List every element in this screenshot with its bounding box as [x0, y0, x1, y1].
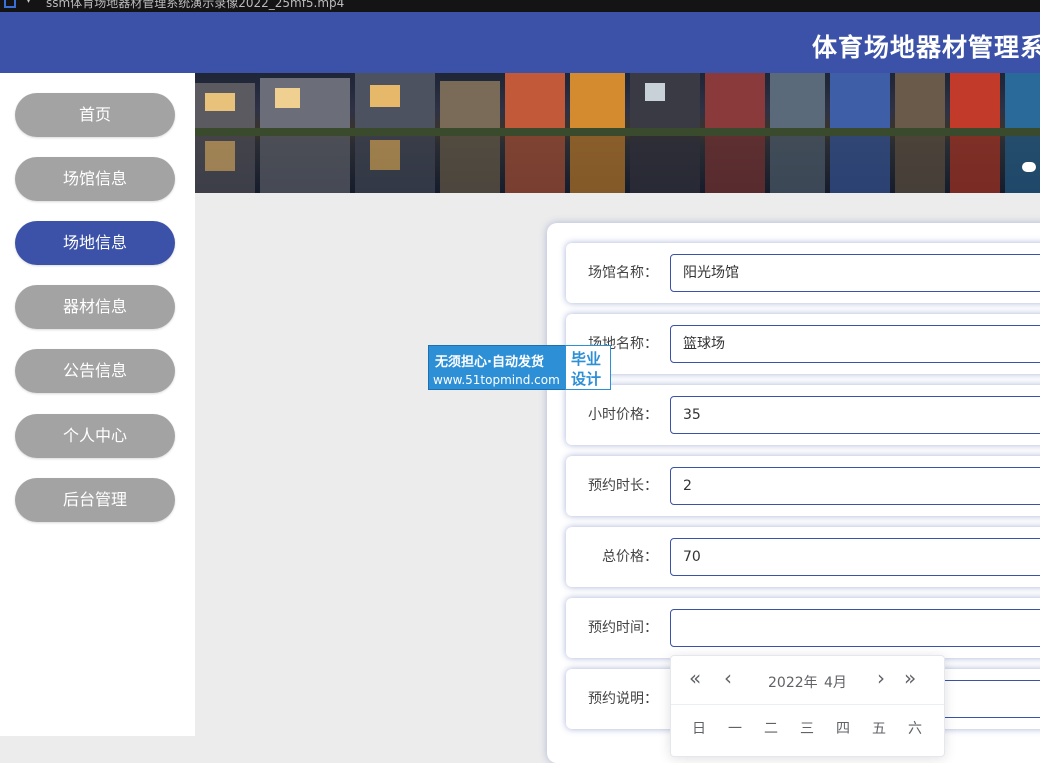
weekday-label: 五 — [872, 721, 886, 737]
app-icon — [4, 0, 16, 8]
booking-time-input[interactable] — [670, 609, 1040, 647]
nav-item-personal-center[interactable]: 个人中心 — [15, 414, 175, 458]
prev-month-icon[interactable]: ‹ — [724, 666, 732, 690]
venue-name-input[interactable]: 阳光场馆 — [670, 254, 1040, 292]
hourly-price-input[interactable]: 35 — [670, 396, 1040, 434]
site-header: 体育场地器材管理系 — [0, 12, 1040, 73]
form-row-field-name: 场地名称： 篮球场 — [566, 314, 1040, 374]
nav-item-notice-info[interactable]: 公告信息 — [15, 349, 175, 393]
booking-time-label: 预约时间： — [588, 620, 658, 636]
date-picker-popup: « ‹ 2022年 4月 › » 日 一 二 三 四 五 六 — [670, 655, 945, 757]
watermark-url: www.51topmind.com — [433, 373, 560, 387]
nav-item-home[interactable]: 首页 — [15, 93, 175, 137]
weekday-label: 一 — [728, 721, 742, 737]
weekday-label: 二 — [764, 721, 778, 737]
hourly-price-label: 小时价格： — [588, 407, 658, 423]
duration-input[interactable]: 2 — [670, 467, 1040, 505]
chevron-down-icon[interactable]: ▾ — [26, 0, 31, 6]
carousel-indicator[interactable] — [1022, 162, 1036, 172]
duration-label: 预约时长： — [588, 478, 658, 494]
banner-houses-graphic — [195, 73, 1040, 128]
total-price-label: 总价格： — [602, 549, 658, 565]
form-row-venue-name: 场馆名称： 阳光场馆 — [566, 243, 1040, 303]
field-name-input[interactable]: 篮球场 — [670, 325, 1040, 363]
form-row-hourly-price: 小时价格： 35 — [566, 385, 1040, 445]
nav-item-venue-info[interactable]: 场馆信息 — [15, 157, 175, 201]
next-month-icon[interactable]: › — [877, 666, 885, 690]
watermark-overlay: 无须担心·自动发货 www.51topmind.com 毕业 设计 — [428, 345, 611, 390]
form-row-booking-time: 预约时间： — [566, 598, 1040, 658]
weekday-label: 四 — [836, 721, 850, 737]
watermark-badge: 毕业 设计 — [565, 345, 611, 390]
window-title: ssm体育场地器材管理系统演示录像2022_25mf5.mp4 — [46, 0, 345, 10]
weekday-label: 三 — [800, 721, 814, 737]
watermark-badge-line1: 毕业 — [571, 350, 602, 368]
site-title: 体育场地器材管理系 — [811, 33, 1040, 62]
watermark-badge-line2: 设计 — [571, 370, 602, 388]
prev-year-icon[interactable]: « — [689, 666, 701, 690]
total-price-input[interactable]: 70 — [670, 538, 1040, 576]
date-picker-year[interactable]: 2022年 — [768, 672, 818, 692]
nav-item-admin[interactable]: 后台管理 — [15, 478, 175, 522]
watermark-line1: 无须担心·自动发货 — [435, 355, 544, 370]
banner-shore — [195, 128, 1040, 136]
next-year-icon[interactable]: » — [904, 666, 916, 690]
form-row-duration: 预约时长： 2 — [566, 456, 1040, 516]
form-row-total-price: 总价格： 70 — [566, 527, 1040, 587]
date-picker-month[interactable]: 4月 — [824, 672, 847, 692]
banner-image — [195, 73, 1040, 193]
nav-item-equipment-info[interactable]: 器材信息 — [15, 285, 175, 329]
sidebar-nav: 首页 场馆信息 场地信息 器材信息 公告信息 个人中心 后台管理 — [0, 73, 195, 736]
date-picker-weekdays: 日 一 二 三 四 五 六 — [681, 718, 933, 738]
venue-name-label: 场馆名称： — [588, 265, 658, 281]
weekday-label: 日 — [692, 721, 706, 737]
window-titlebar: ▾ ssm体育场地器材管理系统演示录像2022_25mf5.mp4 — [0, 0, 1040, 12]
nav-item-field-info[interactable]: 场地信息 — [15, 221, 175, 265]
date-picker-header: « ‹ 2022年 4月 › » — [671, 656, 944, 705]
banner-water-reflection — [195, 136, 1040, 193]
booking-notes-label: 预约说明： — [588, 691, 658, 707]
weekday-label: 六 — [908, 721, 922, 737]
